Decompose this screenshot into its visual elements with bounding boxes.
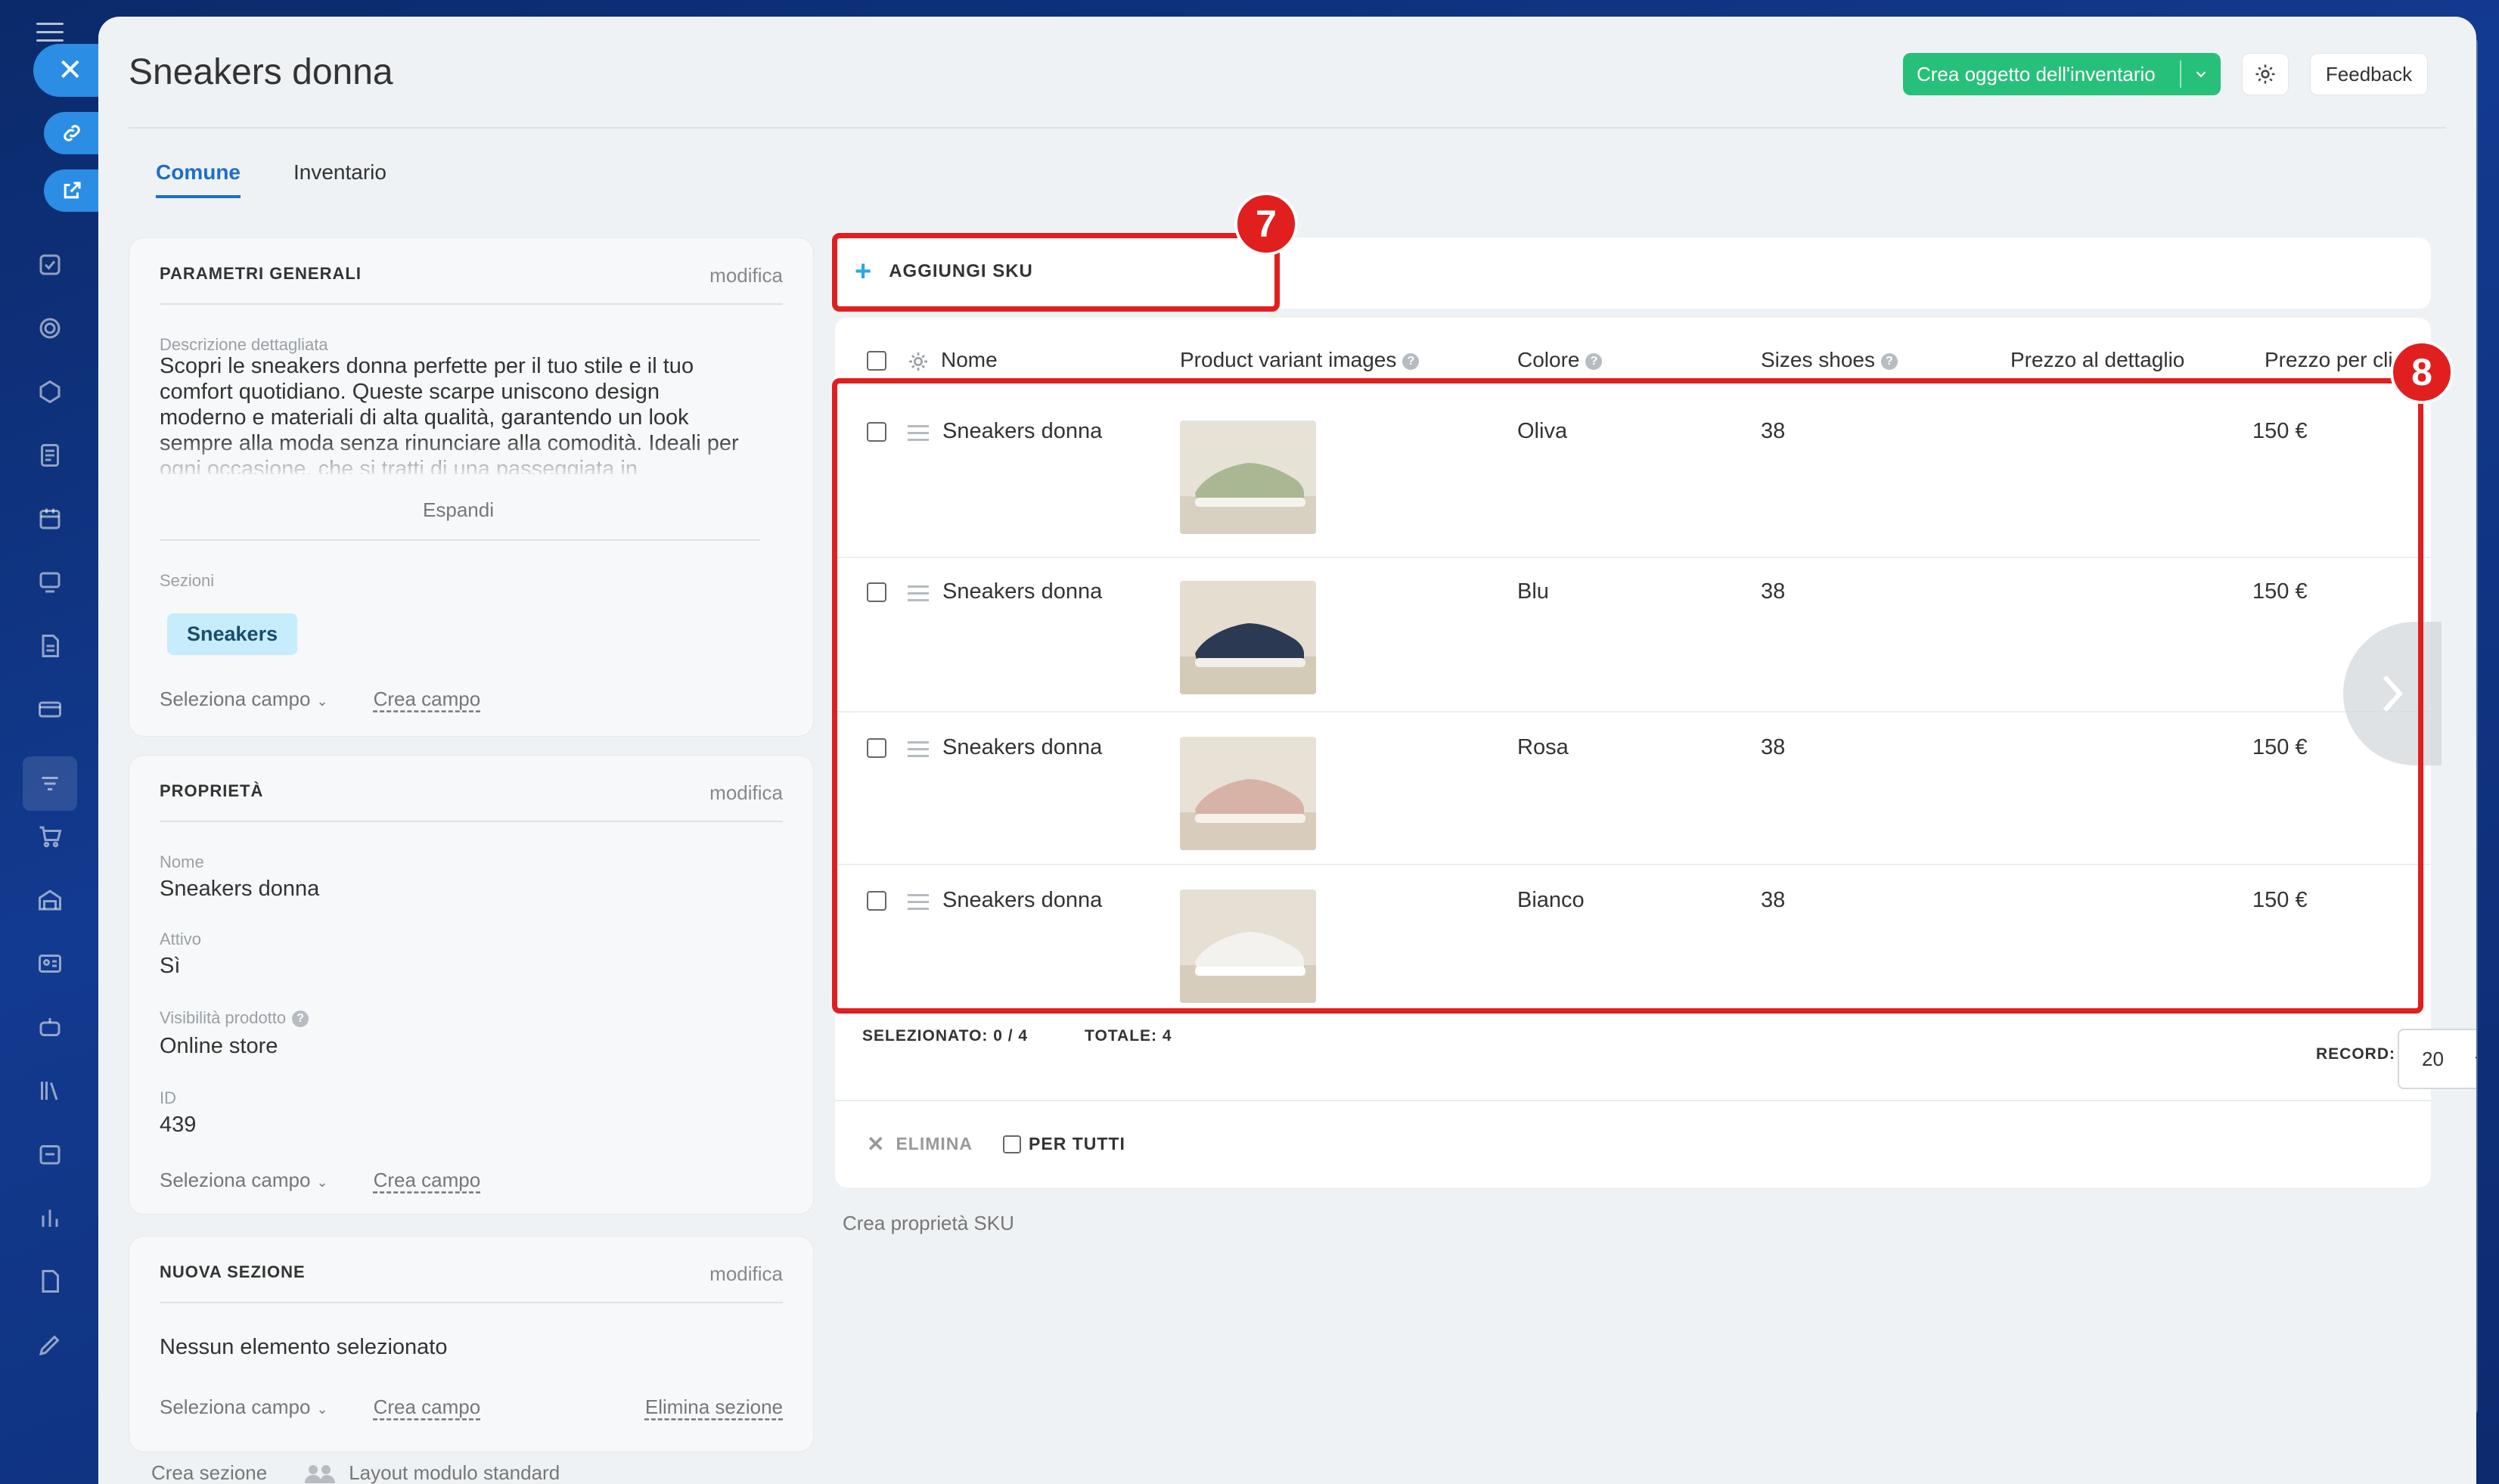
annotation-badge-7: 7 xyxy=(1234,192,1298,256)
schedule-icon[interactable] xyxy=(33,1138,67,1171)
signature-icon[interactable] xyxy=(33,1265,67,1298)
description-label: Descrizione dettagliata xyxy=(160,335,328,354)
annotation-badge-8: 8 xyxy=(2390,340,2454,404)
feedback-button[interactable]: Feedback xyxy=(2310,53,2428,95)
cart-icon[interactable] xyxy=(33,820,67,853)
analytics-icon[interactable] xyxy=(33,1201,67,1234)
record-label: RECORD: xyxy=(2316,1045,2395,1063)
visibility-value: Online store xyxy=(160,1034,278,1058)
open-new-window-button[interactable] xyxy=(44,169,104,212)
documents-icon[interactable] xyxy=(33,439,67,472)
col-images[interactable]: Product variant images? xyxy=(1180,348,1420,372)
card-icon[interactable] xyxy=(33,693,67,726)
edit-link[interactable]: modifica xyxy=(709,1262,783,1286)
for-all-checkbox[interactable]: PER TUTTI xyxy=(1003,1134,1125,1154)
help-icon[interactable]: ? xyxy=(1880,352,1898,370)
id-label: ID xyxy=(160,1088,176,1107)
create-field-link[interactable]: Crea campo xyxy=(374,1396,481,1419)
selected-count: SELEZIONATO: 0 / 4 xyxy=(862,1027,1029,1045)
name-value: Sneakers donna xyxy=(160,877,320,901)
annotation-box-7 xyxy=(832,233,1280,312)
sites-icon[interactable] xyxy=(33,566,67,599)
col-retail-price[interactable]: Prezzo al dettaglio xyxy=(2010,348,2184,372)
properties-card: PROPRIETÀ modifica Nome Sneakers donna A… xyxy=(129,755,814,1215)
visibility-label: Visibilità prodotto? xyxy=(160,1008,309,1028)
card-title: PARAMETRI GENERALI xyxy=(160,264,362,283)
delete-section-link[interactable]: Elimina sezione xyxy=(645,1396,783,1419)
chevron-down-icon xyxy=(2475,1056,2476,1059)
calendar-icon[interactable] xyxy=(33,502,67,536)
menu-icon[interactable] xyxy=(36,23,64,44)
section-tag[interactable]: Sneakers xyxy=(167,613,298,655)
create-field-link[interactable]: Crea campo xyxy=(374,1169,481,1192)
external-link-icon xyxy=(64,182,81,199)
help-icon[interactable]: ? xyxy=(1585,352,1603,370)
sections-label: Sezioni xyxy=(160,571,215,590)
expand-button[interactable]: Espandi xyxy=(160,498,757,522)
library-icon[interactable] xyxy=(33,1074,67,1107)
record-select[interactable]: 20 xyxy=(2398,1029,2476,1089)
contacts-icon[interactable] xyxy=(33,947,67,980)
general-params-card: PARAMETRI GENERALI modifica Descrizione … xyxy=(129,238,814,737)
link-icon xyxy=(64,125,80,141)
annotation-box-8 xyxy=(832,378,2423,1014)
target-icon[interactable] xyxy=(33,312,67,345)
tab-inventario[interactable]: Inventario xyxy=(293,160,386,198)
gear-icon xyxy=(2255,64,2275,84)
edit-link[interactable]: modifica xyxy=(709,264,783,287)
select-field-dropdown[interactable]: Seleziona campo ⌄ xyxy=(160,688,328,711)
col-colore[interactable]: Colore? xyxy=(1517,348,1603,372)
tabs: Comune Inventario xyxy=(156,160,386,198)
edit-link[interactable]: modifica xyxy=(709,781,783,805)
card-title: NUOVA SEZIONE xyxy=(160,1262,306,1281)
settings-button[interactable] xyxy=(2242,53,2289,95)
warehouse-icon[interactable] xyxy=(33,883,67,917)
edit-icon[interactable] xyxy=(33,1328,67,1361)
new-section-card: NUOVA SEZIONE modifica Nessun elemento s… xyxy=(129,1236,814,1452)
create-inventory-button[interactable]: Crea oggetto dell'inventario xyxy=(1903,53,2221,95)
chevron-down-icon[interactable] xyxy=(2181,66,2221,82)
copy-link-button[interactable] xyxy=(44,112,104,154)
robot-icon[interactable] xyxy=(33,1011,67,1044)
col-nome[interactable]: Nome xyxy=(941,348,998,372)
id-value: 439 xyxy=(160,1113,197,1137)
left-rail: ✕ xyxy=(0,0,139,1484)
gear-icon[interactable] xyxy=(906,349,930,374)
help-icon[interactable]: ? xyxy=(292,1011,309,1028)
crm-icon[interactable] xyxy=(33,375,67,408)
page-title: Sneakers donna xyxy=(129,52,393,92)
close-icon: ✕ xyxy=(867,1132,886,1156)
tab-comune[interactable]: Comune xyxy=(156,160,241,198)
col-sizes[interactable]: Sizes shoes? xyxy=(1761,348,1898,372)
product-panel: Sneakers donna Crea oggetto dell'inventa… xyxy=(98,17,2476,1484)
active-value: Sì xyxy=(160,954,181,978)
empty-text: Nessun elemento selezionato xyxy=(160,1335,448,1359)
help-icon[interactable]: ? xyxy=(1402,352,1420,370)
total-count: TOTALE: 4 xyxy=(1085,1027,1172,1045)
create-field-link[interactable]: Crea campo xyxy=(374,688,481,711)
select-all-checkbox[interactable] xyxy=(867,351,886,371)
file-icon[interactable] xyxy=(33,629,67,663)
create-inventory-label: Crea oggetto dell'inventario xyxy=(1917,62,2156,85)
tasks-icon[interactable] xyxy=(33,248,67,281)
select-field-dropdown[interactable]: Seleziona campo ⌄ xyxy=(160,1396,328,1419)
create-section-link[interactable]: Crea sezione xyxy=(151,1461,267,1484)
create-sku-property-link[interactable]: Crea proprietà SKU xyxy=(843,1212,1014,1235)
name-label: Nome xyxy=(160,852,204,871)
active-label: Attivo xyxy=(160,930,202,948)
catalog-icon[interactable] xyxy=(23,756,77,811)
card-title: PROPRIETÀ xyxy=(160,781,264,800)
close-icon: ✕ xyxy=(57,54,83,87)
delete-button[interactable]: ✕ ELIMINA xyxy=(867,1132,973,1156)
select-field-dropdown[interactable]: Seleziona campo ⌄ xyxy=(160,1169,328,1192)
layout-link[interactable]: Layout modulo standard xyxy=(302,1461,560,1484)
users-icon xyxy=(305,1464,336,1483)
